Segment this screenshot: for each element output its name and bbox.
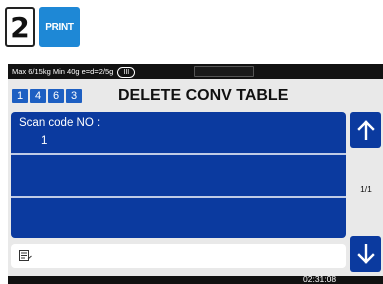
memo-icon [19, 250, 32, 261]
weight-info-text: Max 6/15kg Min 40g e=d=2/5g [12, 67, 114, 76]
arrow-down-icon [356, 244, 375, 264]
page-indicator: 1/1 [360, 184, 372, 194]
page-title: DELETE CONV TABLE [118, 87, 289, 104]
scale-display: Max 6/15kg Min 40g e=d=2/5g III 1 4 6 3 … [8, 64, 383, 284]
list-item[interactable]: Scan code NO : 1 [11, 112, 346, 153]
message-input[interactable] [11, 244, 346, 268]
menu-code-digit: 1 [12, 89, 28, 103]
list-item-label: Scan code NO : [19, 117, 101, 129]
menu-code-digit: 4 [30, 89, 46, 103]
scan-code-list: Scan code NO : 1 [11, 112, 346, 238]
status-bar: Max 6/15kg Min 40g e=d=2/5g III [8, 64, 383, 79]
menu-code: 1 4 6 3 [12, 89, 82, 103]
status-indicator [194, 66, 254, 77]
scroll-down-button[interactable] [350, 236, 381, 272]
list-item-value: 1 [41, 135, 48, 147]
scroll-up-button[interactable] [350, 112, 381, 148]
list-item[interactable] [11, 198, 346, 238]
menu-code-digit: 6 [48, 89, 64, 103]
list-item[interactable] [11, 155, 346, 196]
arrow-up-icon [356, 120, 375, 140]
header: 1 4 6 3 DELETE CONV TABLE [8, 79, 383, 111]
range-badge: III [117, 67, 136, 78]
step-number: 2 [5, 7, 35, 47]
clock: 02:31:08 [303, 274, 337, 284]
pager: 1/1 [349, 112, 383, 272]
menu-code-digit: 3 [66, 89, 82, 103]
print-button[interactable]: PRINT [39, 7, 80, 47]
weight-info: Max 6/15kg Min 40g e=d=2/5g III [12, 64, 136, 79]
